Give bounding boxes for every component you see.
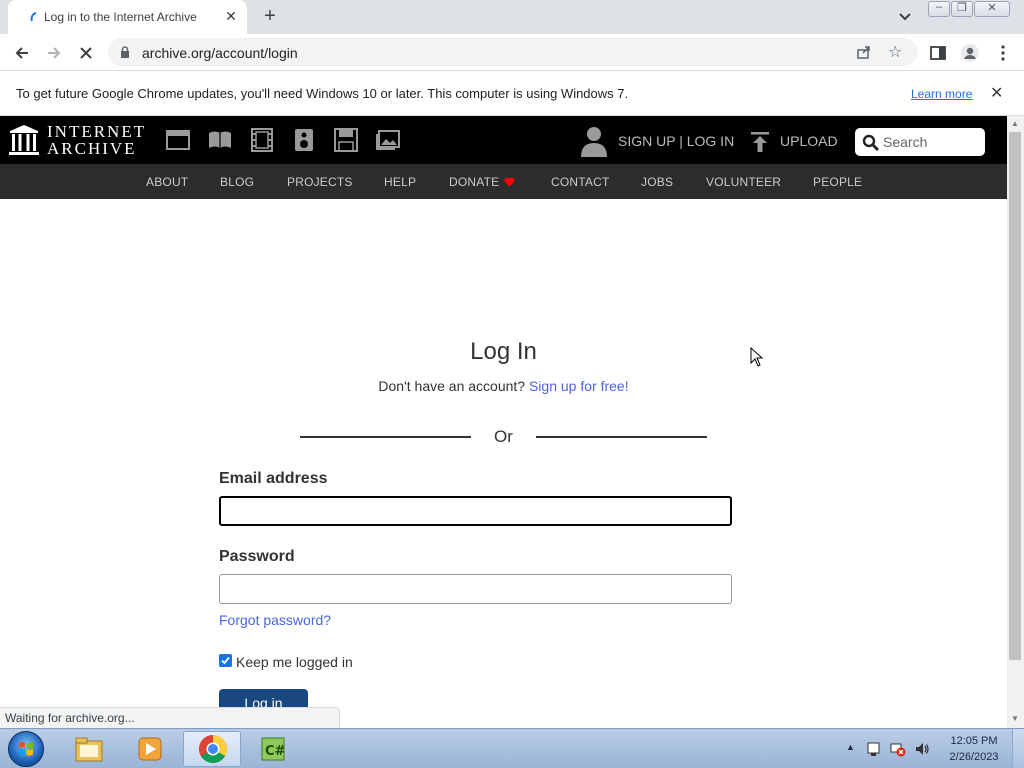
chrome-menu-icon[interactable] <box>993 43 1013 63</box>
no-account-label: Don't have an account? <box>378 378 526 394</box>
user-avatar-icon[interactable] <box>579 125 609 157</box>
forward-icon[interactable] <box>42 41 66 65</box>
logo-line-2: ARCHIVE <box>47 139 137 158</box>
texts-book-icon[interactable] <box>207 128 233 152</box>
clock-date: 2/26/2023 <box>949 751 999 763</box>
volume-icon[interactable] <box>914 741 930 757</box>
share-icon[interactable] <box>856 44 872 60</box>
email-label: Email address <box>219 470 328 487</box>
nav-people[interactable]: PEOPLE <box>813 175 862 189</box>
learn-more-link[interactable]: Learn more <box>911 87 972 101</box>
close-window-button[interactable]: ✕ <box>974 1 1010 17</box>
bookmark-star-icon[interactable]: ☆ <box>888 42 902 62</box>
audio-speaker-icon[interactable] <box>291 128 317 152</box>
nav-jobs[interactable]: JOBS <box>641 175 673 189</box>
windows-taskbar: C# ▲ 12:05 PM 2/26/2023 <box>0 728 1024 768</box>
folder-icon <box>75 737 103 762</box>
logo-line-1: INTERNET <box>47 122 147 141</box>
nav-volunteer[interactable]: VOLUNTEER <box>706 175 781 189</box>
update-infobar: To get future Google Chrome updates, you… <box>0 71 1024 116</box>
window-controls: – ❐ ✕ <box>928 1 1010 17</box>
upload-link[interactable]: UPLOAD <box>780 133 838 149</box>
ia-secondary-nav: ABOUT BLOG PROJECTS HELP DONATE CONTACT … <box>0 164 1007 199</box>
scroll-down-arrow-icon[interactable]: ▼ <box>1011 714 1019 723</box>
heart-icon <box>504 177 515 187</box>
no-account-text: Don't have an account? Sign up for free! <box>0 378 1007 394</box>
browser-tab[interactable]: Log in to the Internet Archive ✕ <box>8 0 247 34</box>
upload-icon[interactable] <box>750 131 770 153</box>
minimize-button[interactable]: – <box>928 1 950 17</box>
browser-toolbar: archive.org/account/login ☆ <box>0 34 1024 71</box>
mouse-cursor-icon <box>750 347 764 367</box>
status-bubble: Waiting for archive.org... <box>0 707 340 728</box>
or-text: Or <box>494 427 513 446</box>
taskbar-csharp-app[interactable]: C# <box>245 731 303 767</box>
nav-blog[interactable]: BLOG <box>220 175 254 189</box>
forgot-password-link[interactable]: Forgot password? <box>219 612 331 628</box>
tab-close-icon[interactable]: ✕ <box>222 7 240 25</box>
taskbar-explorer[interactable] <box>60 731 118 767</box>
action-center-flag-icon[interactable] <box>866 741 882 757</box>
side-panel-icon[interactable] <box>928 43 948 63</box>
tab-strip: Log in to the Internet Archive ✕ + – ❐ ✕ <box>0 0 1024 34</box>
checkmark-icon <box>221 656 230 665</box>
scrollbar-thumb[interactable] <box>1009 132 1021 660</box>
media-player-icon <box>138 737 162 761</box>
loading-spinner-icon <box>30 12 37 22</box>
page-title: Log In <box>470 338 537 365</box>
lock-icon[interactable] <box>120 46 130 58</box>
nav-projects[interactable]: PROJECTS <box>287 175 353 189</box>
csharp-icon: C# <box>261 737 286 761</box>
search-icon <box>862 134 879 151</box>
taskbar-media-player[interactable] <box>121 731 179 767</box>
back-icon[interactable] <box>10 41 34 65</box>
keep-logged-in-checkbox[interactable] <box>219 654 232 667</box>
infobar-message: To get future Google Chrome updates, you… <box>16 86 629 101</box>
svg-text:C#: C# <box>265 744 286 759</box>
nav-donate[interactable]: DONATE <box>449 175 499 189</box>
ia-search-input[interactable]: Search <box>855 128 985 156</box>
network-error-icon[interactable] <box>890 741 906 757</box>
signup-free-link[interactable]: Sign up for free! <box>529 378 629 394</box>
ia-logo-icon[interactable] <box>9 124 39 156</box>
keep-logged-in-label[interactable]: Keep me logged in <box>236 654 353 670</box>
chrome-icon <box>199 735 227 763</box>
password-label: Password <box>219 548 295 565</box>
profile-avatar-icon[interactable] <box>960 43 980 63</box>
taskbar-chrome[interactable] <box>183 731 241 767</box>
video-film-icon[interactable] <box>249 128 275 152</box>
start-button[interactable] <box>8 731 44 767</box>
tab-search-chevron-icon[interactable] <box>896 8 914 26</box>
status-text: Waiting for archive.org... <box>5 711 135 725</box>
tab-title: Log in to the Internet Archive <box>44 10 197 24</box>
new-tab-button[interactable]: + <box>258 5 282 29</box>
or-divider-right <box>536 436 707 438</box>
email-field[interactable] <box>219 496 732 526</box>
images-icon[interactable] <box>375 128 401 152</box>
software-disk-icon[interactable] <box>333 128 359 152</box>
ia-header: INTERNET ARCHIVE SIGN UP | LOG IN UPLOAD… <box>0 116 1007 164</box>
clock-time: 12:05 PM <box>950 735 998 747</box>
url-text[interactable]: archive.org/account/login <box>142 45 298 61</box>
web-icon[interactable] <box>165 128 191 152</box>
or-divider-left <box>300 436 471 438</box>
ia-logo-text[interactable]: INTERNET ARCHIVE <box>47 123 146 157</box>
signup-login-link[interactable]: SIGN UP | LOG IN <box>618 133 734 149</box>
infobar-close-icon[interactable]: ✕ <box>990 83 1003 103</box>
tray-expand-icon[interactable]: ▲ <box>846 742 855 752</box>
nav-help[interactable]: HELP <box>384 175 416 189</box>
nav-contact[interactable]: CONTACT <box>551 175 610 189</box>
page-scrollbar[interactable]: ▲ ▼ <box>1007 116 1024 728</box>
scroll-up-arrow-icon[interactable]: ▲ <box>1011 119 1019 128</box>
address-bar[interactable]: archive.org/account/login ☆ <box>108 38 918 66</box>
show-desktop-button[interactable] <box>1012 729 1024 768</box>
password-field[interactable] <box>219 574 732 604</box>
restore-button[interactable]: ❐ <box>951 1 973 17</box>
nav-about[interactable]: ABOUT <box>146 175 188 189</box>
stop-loading-icon[interactable] <box>74 41 98 65</box>
taskbar-clock[interactable]: 12:05 PM 2/26/2023 <box>948 733 1000 765</box>
search-placeholder: Search <box>883 134 928 150</box>
windows-logo-icon <box>19 741 33 756</box>
